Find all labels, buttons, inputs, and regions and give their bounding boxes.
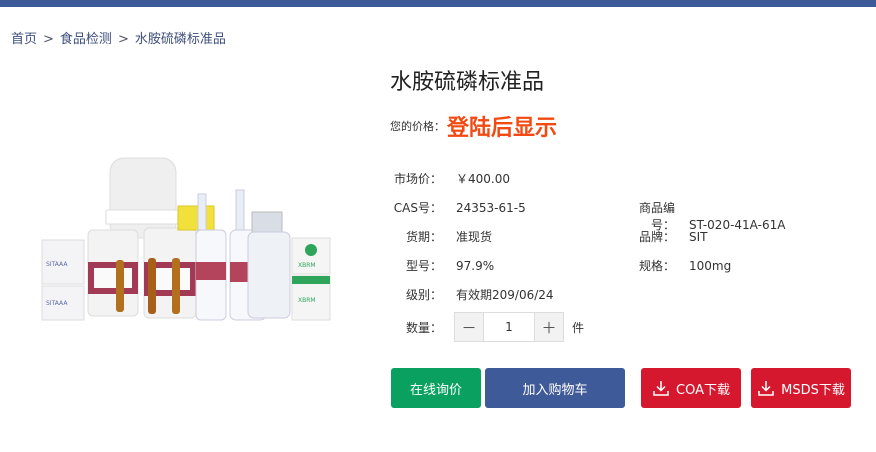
coa-download-button[interactable]: COA下载 bbox=[641, 368, 741, 408]
attr-market-price: 市场价： ￥400.00 bbox=[390, 170, 510, 187]
price-row: 您的价格： 登陆后显示 bbox=[390, 110, 557, 142]
attr-label: 规格： bbox=[638, 259, 675, 273]
attr-label: 市场价： bbox=[393, 172, 442, 186]
attr-label: 级别： bbox=[405, 288, 442, 302]
attr-value: 有效期209/06/24 bbox=[456, 288, 554, 302]
xbrm-text: XBRM bbox=[298, 262, 316, 269]
bottle bbox=[109, 157, 177, 239]
breadcrumb-home[interactable]: 首页 bbox=[11, 28, 37, 47]
price-value[interactable]: 登陆后显示 bbox=[447, 110, 557, 142]
attr-supply: 货期： 准现货 bbox=[390, 228, 492, 245]
ampoule bbox=[116, 260, 124, 312]
price-label: 您的价格： bbox=[390, 120, 445, 133]
attr-label: 货期： bbox=[405, 230, 442, 244]
product-box bbox=[177, 205, 215, 231]
attr-label: 型号： bbox=[405, 259, 442, 273]
quantity-minus-button[interactable]: － bbox=[455, 313, 483, 341]
breadcrumb-separator: > bbox=[117, 32, 129, 47]
breadcrumb-category[interactable]: 食品检测 bbox=[60, 28, 112, 47]
quantity-row: 数量： － 1 ＋ 件 bbox=[390, 312, 584, 342]
product-image: SITAAA SITAAA XBRM XBRM bbox=[41, 157, 331, 321]
attr-label: 品牌： bbox=[638, 230, 675, 244]
breadcrumb-separator: > bbox=[43, 32, 54, 47]
attr-value: SIT bbox=[689, 230, 708, 244]
attr-spec: 规格： 100mg bbox=[618, 257, 731, 274]
breadcrumb-current[interactable]: 水胺硫磷标准品 bbox=[135, 28, 226, 47]
quantity-label: 数量： bbox=[405, 320, 442, 335]
breadcrumb: 首页 > 食品检测 > 水胺硫磷标准品 bbox=[11, 28, 226, 47]
msds-download-button[interactable]: MSDS下载 bbox=[751, 368, 851, 408]
attr-value: 24353-61-5 bbox=[456, 201, 526, 215]
attr-label: CAS号： bbox=[393, 201, 442, 215]
box-brand-text: SITAAA bbox=[46, 300, 68, 307]
attr-value: 准现货 bbox=[456, 230, 493, 244]
quantity-input[interactable]: 1 bbox=[483, 313, 535, 341]
attr-value: ￥400.00 bbox=[456, 172, 510, 186]
attr-model: 型号： 97.9% bbox=[390, 257, 494, 274]
top-nav-bar bbox=[0, 0, 876, 7]
attr-value: 100mg bbox=[689, 259, 732, 273]
inquiry-button[interactable]: 在线询价 bbox=[391, 368, 481, 408]
download-icon bbox=[758, 381, 774, 396]
attr-grade: 级别： 有效期209/06/24 bbox=[390, 286, 554, 303]
ampoule bbox=[172, 258, 180, 314]
ampoule bbox=[148, 258, 156, 314]
bottle bbox=[247, 231, 291, 319]
xbrm-text: XBRM bbox=[298, 297, 316, 304]
attr-brand: 品牌： SIT bbox=[618, 228, 708, 245]
quantity-unit: 件 bbox=[572, 320, 585, 335]
attr-cas: CAS号： 24353-61-5 bbox=[390, 199, 526, 216]
add-to-cart-button[interactable]: 加入购物车 bbox=[485, 368, 625, 408]
quantity-stepper: － 1 ＋ bbox=[454, 312, 564, 342]
quantity-plus-button[interactable]: ＋ bbox=[535, 313, 563, 341]
inquiry-button-label: 在线询价 bbox=[409, 382, 462, 398]
attr-value: 97.9% bbox=[456, 259, 495, 273]
product-title: 水胺硫磷标准品 bbox=[390, 70, 545, 95]
coa-download-label: COA下载 bbox=[676, 382, 730, 398]
download-icon bbox=[653, 381, 669, 396]
add-to-cart-label: 加入购物车 bbox=[522, 382, 588, 398]
box-brand-text: SITAAA bbox=[46, 261, 68, 268]
msds-download-label: MSDS下载 bbox=[781, 382, 845, 398]
